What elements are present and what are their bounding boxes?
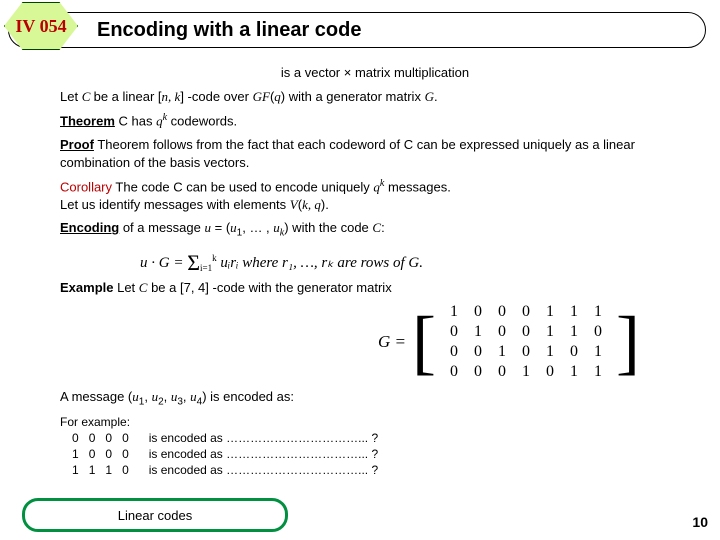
page-title: Encoding with a linear code xyxy=(97,19,361,42)
txt: be a linear [ xyxy=(94,89,162,104)
var-kq: k, q xyxy=(302,197,321,212)
intro-line-2: Let C be a linear [n, k] -code over GF(q… xyxy=(60,88,690,106)
txt: , xyxy=(164,389,171,404)
var-g: G xyxy=(425,89,434,104)
var-c: C xyxy=(372,220,381,235)
proof-para: Proof Theorem follows from the fact that… xyxy=(60,136,690,171)
theorem-line: Theorem C has qk codewords. xyxy=(60,111,690,130)
label-proof: Proof xyxy=(60,137,94,152)
example-text: is encoded as ……………………………... ? xyxy=(145,463,382,477)
example-row: 1110is encoded as ……………………………... ? xyxy=(68,463,382,477)
encoding-formula: u · G = Σi=1k uᵢrᵢ where r₁, …, rₖ are r… xyxy=(140,247,690,273)
txt: ) with the code xyxy=(284,220,372,235)
txt: ) with a generator matrix xyxy=(281,89,425,104)
txt: , xyxy=(144,389,151,404)
txt: of a message xyxy=(119,220,204,235)
sigma-icon: Σ xyxy=(187,250,200,275)
label-encoding: Encoding xyxy=(60,220,119,235)
var-c: C xyxy=(82,89,94,104)
txt: C has xyxy=(115,113,156,128)
corollary-para: Corollary The code C can be used to enco… xyxy=(60,177,690,213)
label-example: Example xyxy=(60,280,113,295)
label-theorem: Theorem xyxy=(60,113,115,128)
var-gf: GF xyxy=(253,89,270,104)
txt: : xyxy=(381,220,385,235)
generator-matrix: G = [ 1000111 0100110 0010101 0001011 ] xyxy=(60,302,690,382)
title-bar: Encoding with a linear code xyxy=(8,12,706,48)
txt: = ( xyxy=(211,220,230,235)
encoding-line: Encoding of a message u = (u1, … , uk) w… xyxy=(60,219,690,240)
txt: ] -code over xyxy=(180,89,252,104)
example-row: 1000is encoded as ……………………………... ? xyxy=(68,447,382,461)
txt: ) is encoded as: xyxy=(202,389,294,404)
txt: ). xyxy=(321,197,329,212)
example-text: is encoded as ……………………………... ? xyxy=(145,431,382,445)
txt: codewords. xyxy=(167,113,237,128)
txt: The code C can be used to encode uniquel… xyxy=(112,179,373,194)
example-row: 0000is encoded as ……………………………... ? xyxy=(68,431,382,445)
txt: be a [7, 4] -code with the generator mat… xyxy=(147,280,391,295)
examples-head: For example: xyxy=(60,415,690,429)
txt: Let xyxy=(60,89,82,104)
proof-body: Theorem follows from the fact that each … xyxy=(60,137,635,170)
bracket-left-icon: [ xyxy=(412,312,436,372)
matrix-row: 1000111 xyxy=(442,302,610,322)
examples-block: For example: 0000is encoded as ………………………… xyxy=(60,415,690,479)
txt: Let us identify messages with elements xyxy=(60,197,290,212)
example-text: is encoded as ……………………………... ? xyxy=(145,447,382,461)
page-number: 10 xyxy=(692,514,708,530)
message-line: A message (u1, u2, u3, u4) is encoded as… xyxy=(60,388,690,409)
footer-pill: Linear codes xyxy=(22,498,288,532)
bracket-right-icon: ] xyxy=(616,312,640,372)
sum-sub: i=1 xyxy=(200,263,212,273)
formula-body: uᵢrᵢ where r₁, …, rₖ are rows of G. xyxy=(217,255,423,271)
matrix-row: 0001011 xyxy=(442,362,610,382)
intro-line-1: is a vector × matrix multiplication xyxy=(60,64,690,82)
txt: Let xyxy=(113,280,138,295)
label-corollary: Corollary xyxy=(60,179,112,194)
formula-lhs: u · G = xyxy=(140,255,187,271)
example-line: Example Let C be a [7, 4] -code with the… xyxy=(60,279,690,297)
footer-label: Linear codes xyxy=(118,508,192,523)
matrix-row: 0100110 xyxy=(442,322,610,342)
txt: A message ( xyxy=(60,389,132,404)
var-v: V xyxy=(290,197,298,212)
matrix-row: 0010101 xyxy=(442,342,610,362)
matrix-table: 1000111 0100110 0010101 0001011 xyxy=(442,302,610,382)
chapter-code: IV 054 xyxy=(15,16,66,37)
examples-table: 0000is encoded as ……………………………... ? 1000i… xyxy=(66,429,384,479)
matrix-lhs: G = xyxy=(378,332,406,352)
var-nk: n, k xyxy=(162,89,181,104)
txt: . xyxy=(434,89,438,104)
txt: messages. xyxy=(384,179,450,194)
content-area: is a vector × matrix multiplication Let … xyxy=(60,58,690,479)
txt: , … , xyxy=(242,220,273,235)
